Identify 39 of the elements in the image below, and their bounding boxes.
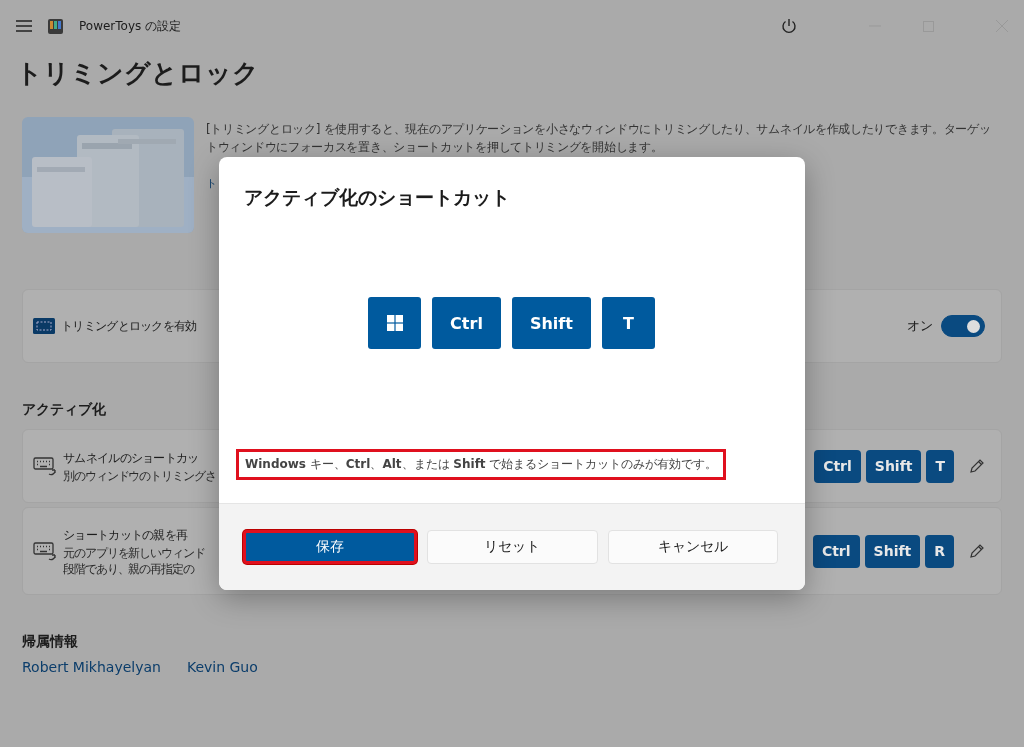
crop-icon xyxy=(33,318,55,334)
setting-label: ショートカットの親を再 xyxy=(63,526,188,544)
toggle-switch[interactable] xyxy=(941,315,985,337)
author-link[interactable]: Kevin Guo xyxy=(186,659,258,675)
dialog-button[interactable]: リセット xyxy=(427,530,598,564)
app-icon xyxy=(48,18,63,34)
dialog-button[interactable]: キャンセル xyxy=(607,530,778,564)
page-title: トリミングとロック xyxy=(16,57,260,90)
pencil-icon[interactable] xyxy=(969,543,985,559)
section-heading: 帰属情報 xyxy=(22,633,79,651)
keyboard-icon xyxy=(33,456,57,476)
key-cap: Ctrl xyxy=(432,297,501,349)
key-cap: Shift xyxy=(511,297,591,349)
windows-icon xyxy=(386,315,403,331)
pencil-icon[interactable] xyxy=(969,458,985,474)
toggle-state-label: オン xyxy=(907,317,933,335)
key-cap: Shift xyxy=(864,534,921,568)
learn-more-link[interactable]: ト xyxy=(206,176,217,191)
setting-description: 元のアプリを新しいウィンド xyxy=(63,545,205,560)
dialog-title: アクティブ化のショートカット xyxy=(244,185,511,210)
key-cap: Ctrl xyxy=(812,534,860,568)
setting-description: 別のウィンドウのトリミングさ xyxy=(63,468,216,483)
key-cap: Shift xyxy=(865,449,922,483)
keyboard-icon xyxy=(33,541,57,561)
section-heading: アクティブ化 xyxy=(22,401,107,419)
setting-description: 段階であり、親の再指定の xyxy=(63,561,194,576)
key-cap: Ctrl xyxy=(814,449,861,483)
power-icon[interactable] xyxy=(781,17,797,35)
window-title: PowerToys の設定 xyxy=(79,17,182,35)
menu-icon[interactable] xyxy=(16,20,32,32)
key-cap: R xyxy=(925,534,954,568)
key-cap: T xyxy=(601,297,655,349)
hint-text: Windows キー、Ctrl、Alt、または Shift で始まるショートカットのみが有効です。 xyxy=(236,449,727,480)
save-button[interactable]: 保存 xyxy=(243,530,418,564)
description-text: [トリミングとロック] を使用すると、現在のアプリケーションを小さなウィンドウにトリミングしたり、サムネイルを作成したりできます。ターゲットウィンドウにフォーカスを置き、ショートカットを押してトリミングを開始します。 xyxy=(206,121,992,156)
setting-label: トリミングとロックを有効 xyxy=(61,317,197,335)
key-cap: T xyxy=(926,449,954,483)
author-link[interactable]: Robert Mikhayelyan xyxy=(22,659,161,675)
setting-label: サムネイルのショートカッ xyxy=(63,449,199,467)
